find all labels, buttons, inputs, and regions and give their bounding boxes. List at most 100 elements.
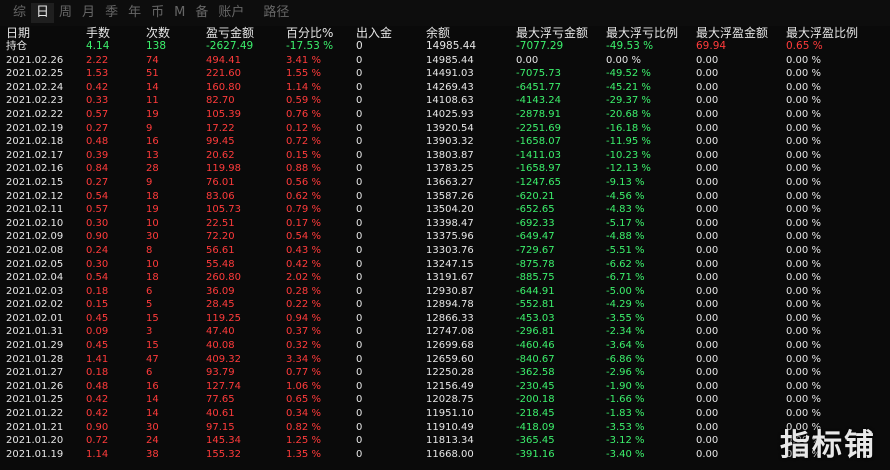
table-row[interactable]: 2021.02.10 0.30 10 22.51 0.17 % 0 13398.47 -692…: [6, 217, 884, 231]
column-header-4[interactable]: 百分比%: [286, 26, 356, 40]
cell-pct: 0.88 %: [286, 163, 321, 175]
cell-pnl: 127.74: [206, 380, 241, 392]
table-row[interactable]: 2021.02.01 0.45 15 119.25 0.94 % 0 12866.33 -45…: [6, 312, 884, 326]
cell-count: 19: [146, 108, 159, 120]
column-header-9[interactable]: 最大浮盈金额: [696, 26, 786, 40]
table-row[interactable]: 2021.01.29 0.45 15 40.08 0.32 % 0 12699.68 -460…: [6, 339, 884, 353]
tab-9[interactable]: 账户: [213, 3, 249, 23]
cell-max-float-profit-pct: 0.00 %: [786, 299, 821, 311]
tab-3[interactable]: 月: [77, 3, 100, 23]
tab-5[interactable]: 年: [123, 3, 146, 23]
cell-pnl: 409.32: [206, 353, 241, 365]
cell-inout: 0: [356, 95, 363, 107]
tab-4[interactable]: 季: [100, 3, 123, 23]
cell-max-float-profit-pct: 0.00 %: [786, 380, 821, 392]
cell-max-float-loss: -453.03: [516, 312, 555, 324]
cell-pct: 1.35 %: [286, 448, 321, 460]
column-header-7[interactable]: 最大浮亏金额: [516, 26, 606, 40]
cell-count: 10: [146, 217, 159, 229]
cell-inout: 0: [356, 81, 363, 93]
table-row[interactable]: 2021.01.27 0.18 6 93.79 0.77 % 0 12250.28 -362.…: [6, 366, 884, 380]
table-row[interactable]: 2021.02.03 0.18 6 36.09 0.28 % 0 12930.87 -644.…: [6, 285, 884, 299]
table-row[interactable]: 2021.01.19 1.14 38 155.32 1.35 % 0 11668.00 -39…: [6, 448, 884, 462]
position-row[interactable]: 持仓 4.14 138 -2627.49 -17.53 % 0 14985.44…: [6, 40, 884, 54]
table-row[interactable]: 2021.02.12 0.54 18 83.06 0.62 % 0 13587.26 -620…: [6, 190, 884, 204]
cell-inout: 0: [356, 122, 363, 134]
tab-2[interactable]: 周: [54, 3, 77, 23]
tab-7[interactable]: M: [169, 3, 190, 23]
cell-max-float-loss-pct: -6.86 %: [606, 353, 645, 365]
table-row[interactable]: 2021.02.24 0.42 14 160.80 1.14 % 0 14269.43 -64…: [6, 81, 884, 95]
column-header-5[interactable]: 出入金: [356, 26, 426, 40]
column-header-0[interactable]: 日期: [6, 26, 86, 40]
position-inout: 0: [356, 40, 363, 52]
cell-pct: 0.42 %: [286, 258, 321, 270]
table-row[interactable]: 2021.02.23 0.33 11 82.70 0.59 % 0 14108.63 -414…: [6, 94, 884, 108]
tab-1[interactable]: 日: [31, 3, 55, 23]
cell-pct: 0.28 %: [286, 285, 321, 297]
cell-balance: 11813.34: [426, 435, 474, 447]
column-header-1[interactable]: 手数: [86, 26, 146, 40]
table-row[interactable]: 2021.02.17 0.39 13 20.62 0.15 % 0 13803.87 -141…: [6, 149, 884, 163]
cell-count: 8: [146, 244, 153, 256]
table-row[interactable]: 2021.01.31 0.09 3 47.40 0.37 % 0 12747.08 -296.…: [6, 325, 884, 339]
watermark-logo: 指标铺: [780, 428, 876, 463]
column-header-2[interactable]: 次数: [146, 26, 206, 40]
position-max-float-loss-pct: -49.53 %: [606, 40, 654, 52]
table-row[interactable]: 2021.02.02 0.15 5 28.45 0.22 % 0 12894.78 -552.…: [6, 298, 884, 312]
cell-balance: 14025.93: [426, 108, 474, 120]
table-row[interactable]: 2021.01.25 0.42 14 77.65 0.65 % 0 12028.75 -200…: [6, 393, 884, 407]
table-row[interactable]: 2021.02.25 1.53 51 221.60 1.55 % 0 14491.03 -70…: [6, 67, 884, 81]
cell-pnl: 55.48: [206, 258, 235, 270]
table-row[interactable]: 2021.02.19 0.27 9 17.22 0.12 % 0 13920.54 -2251…: [6, 122, 884, 136]
cell-pnl: 83.06: [206, 190, 235, 202]
table-row[interactable]: 2021.02.26 2.22 74 494.41 3.41 % 0 14985.44 0.0…: [6, 54, 884, 68]
table-row[interactable]: 2021.02.16 0.84 28 119.98 0.88 % 0 13783.25 -16…: [6, 162, 884, 176]
cell-date: 2021.01.27: [6, 367, 64, 379]
cell-lots: 1.53: [86, 68, 109, 80]
cell-lots: 0.57: [86, 204, 109, 216]
cell-date: 2021.02.05: [6, 258, 64, 270]
table-row[interactable]: 2021.02.05 0.30 10 55.48 0.42 % 0 13247.15 -875…: [6, 258, 884, 272]
table-row[interactable]: 2021.01.22 0.42 14 40.61 0.34 % 0 11951.10 -218…: [6, 407, 884, 421]
cell-date: 2021.02.18: [6, 136, 64, 148]
tab-6[interactable]: 币: [146, 3, 169, 23]
table-row[interactable]: 2021.02.15 0.27 9 76.01 0.56 % 0 13663.27 -1247…: [6, 176, 884, 190]
table-row[interactable]: 2021.01.20 0.72 24 145.34 1.25 % 0 11813.34 -36…: [6, 434, 884, 448]
column-header-3[interactable]: 盈亏金额: [206, 26, 286, 40]
cell-max-float-loss-pct: -4.88 %: [606, 231, 645, 243]
tab-10[interactable]: 路径: [249, 3, 294, 23]
cell-max-float-profit-pct: 0.00 %: [786, 394, 821, 406]
table-row[interactable]: 2021.02.04 0.54 18 260.80 2.02 % 0 13191.67 -88…: [6, 271, 884, 285]
cell-balance: 12699.68: [426, 340, 474, 352]
cell-pct: 0.54 %: [286, 231, 321, 243]
cell-pnl: 93.79: [206, 367, 235, 379]
tab-8[interactable]: 备: [190, 3, 213, 23]
cell-max-float-loss-pct: -5.17 %: [606, 217, 645, 229]
column-header-8[interactable]: 最大浮亏比例: [606, 26, 696, 40]
cell-lots: 0.42: [86, 394, 109, 406]
table-row[interactable]: 2021.01.21 0.90 30 97.15 0.82 % 0 11910.49 -418…: [6, 421, 884, 435]
table-row[interactable]: 2021.01.28 1.41 47 409.32 3.34 % 0 12659.60 -84…: [6, 353, 884, 367]
cell-max-float-profit: 0.00: [696, 68, 719, 80]
cell-pct: 0.37 %: [286, 326, 321, 338]
table-row[interactable]: 2021.02.08 0.24 8 56.61 0.43 % 0 13303.76 -729.…: [6, 244, 884, 258]
table-row[interactable]: 2021.02.09 0.90 30 72.20 0.54 % 0 13375.96 -649…: [6, 230, 884, 244]
cell-max-float-profit-pct: 0.00 %: [786, 244, 821, 256]
column-header-10[interactable]: 最大浮盈比例: [786, 26, 884, 40]
cell-date: 2021.02.23: [6, 95, 64, 107]
cell-count: 51: [146, 68, 159, 80]
table-row[interactable]: 2021.01.26 0.48 16 127.74 1.06 % 0 12156.49 -23…: [6, 380, 884, 394]
tab-0[interactable]: 综: [8, 3, 31, 23]
column-header-6[interactable]: 余额: [426, 26, 516, 40]
cell-lots: 1.14: [86, 448, 109, 460]
table-row[interactable]: 2021.02.18 0.48 16 99.45 0.72 % 0 13903.32 -165…: [6, 135, 884, 149]
cell-max-float-profit-pct: 0.00 %: [786, 108, 821, 120]
cell-count: 11: [146, 95, 159, 107]
table-row[interactable]: 2021.02.22 0.57 19 105.39 0.76 % 0 14025.93 -28…: [6, 108, 884, 122]
cell-balance: 14269.43: [426, 81, 474, 93]
cell-date: 2021.01.19: [6, 448, 64, 460]
cell-max-float-loss: -875.78: [516, 258, 555, 270]
period-tab-bar: 综日周月季年币 M 备账户 路径: [0, 0, 890, 26]
table-row[interactable]: 2021.02.11 0.57 19 105.73 0.79 % 0 13504.20 -65…: [6, 203, 884, 217]
